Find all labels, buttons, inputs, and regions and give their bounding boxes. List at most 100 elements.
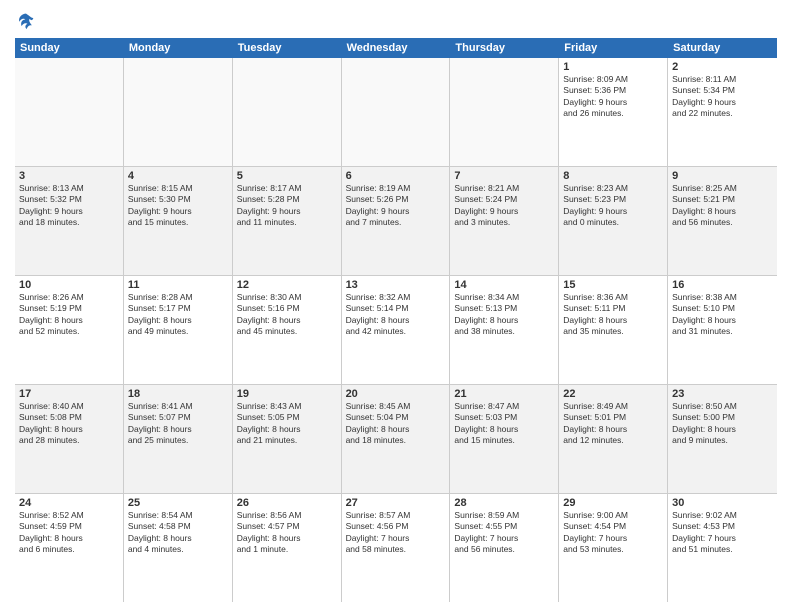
day-info: Sunrise: 8:32 AM Sunset: 5:14 PM Dayligh… xyxy=(346,292,446,338)
day-number: 23 xyxy=(672,388,773,400)
day-number: 16 xyxy=(672,279,773,291)
day-number: 4 xyxy=(128,170,228,182)
weekday-header: Thursday xyxy=(450,38,559,58)
calendar-cell: 25Sunrise: 8:54 AM Sunset: 4:58 PM Dayli… xyxy=(124,494,233,602)
weekday-header: Tuesday xyxy=(233,38,342,58)
day-info: Sunrise: 8:17 AM Sunset: 5:28 PM Dayligh… xyxy=(237,183,337,229)
day-number: 30 xyxy=(672,497,773,509)
day-number: 2 xyxy=(672,61,773,73)
day-number: 20 xyxy=(346,388,446,400)
calendar-cell: 11Sunrise: 8:28 AM Sunset: 5:17 PM Dayli… xyxy=(124,276,233,384)
calendar-cell: 14Sunrise: 8:34 AM Sunset: 5:13 PM Dayli… xyxy=(450,276,559,384)
calendar-row: 24Sunrise: 8:52 AM Sunset: 4:59 PM Dayli… xyxy=(15,494,777,602)
logo-bird-icon xyxy=(15,10,37,32)
day-info: Sunrise: 9:00 AM Sunset: 4:54 PM Dayligh… xyxy=(563,510,663,556)
calendar-cell: 5Sunrise: 8:17 AM Sunset: 5:28 PM Daylig… xyxy=(233,167,342,275)
day-number: 12 xyxy=(237,279,337,291)
day-info: Sunrise: 8:43 AM Sunset: 5:05 PM Dayligh… xyxy=(237,401,337,447)
day-info: Sunrise: 8:38 AM Sunset: 5:10 PM Dayligh… xyxy=(672,292,773,338)
day-number: 17 xyxy=(19,388,119,400)
calendar-cell: 2Sunrise: 8:11 AM Sunset: 5:34 PM Daylig… xyxy=(668,58,777,166)
day-number: 28 xyxy=(454,497,554,509)
day-number: 6 xyxy=(346,170,446,182)
calendar-cell xyxy=(233,58,342,166)
day-info: Sunrise: 8:19 AM Sunset: 5:26 PM Dayligh… xyxy=(346,183,446,229)
page: SundayMondayTuesdayWednesdayThursdayFrid… xyxy=(0,0,792,612)
calendar-row: 3Sunrise: 8:13 AM Sunset: 5:32 PM Daylig… xyxy=(15,167,777,276)
day-info: Sunrise: 8:23 AM Sunset: 5:23 PM Dayligh… xyxy=(563,183,663,229)
calendar-cell: 22Sunrise: 8:49 AM Sunset: 5:01 PM Dayli… xyxy=(559,385,668,493)
day-number: 9 xyxy=(672,170,773,182)
day-number: 19 xyxy=(237,388,337,400)
day-info: Sunrise: 8:09 AM Sunset: 5:36 PM Dayligh… xyxy=(563,74,663,120)
day-info: Sunrise: 8:56 AM Sunset: 4:57 PM Dayligh… xyxy=(237,510,337,556)
calendar-cell xyxy=(342,58,451,166)
calendar-cell: 15Sunrise: 8:36 AM Sunset: 5:11 PM Dayli… xyxy=(559,276,668,384)
calendar-cell: 4Sunrise: 8:15 AM Sunset: 5:30 PM Daylig… xyxy=(124,167,233,275)
calendar-cell: 24Sunrise: 8:52 AM Sunset: 4:59 PM Dayli… xyxy=(15,494,124,602)
day-number: 27 xyxy=(346,497,446,509)
calendar: SundayMondayTuesdayWednesdayThursdayFrid… xyxy=(15,38,777,602)
day-info: Sunrise: 8:50 AM Sunset: 5:00 PM Dayligh… xyxy=(672,401,773,447)
logo xyxy=(15,10,41,32)
calendar-cell: 17Sunrise: 8:40 AM Sunset: 5:08 PM Dayli… xyxy=(15,385,124,493)
calendar-row: 17Sunrise: 8:40 AM Sunset: 5:08 PM Dayli… xyxy=(15,385,777,494)
day-number: 18 xyxy=(128,388,228,400)
calendar-cell: 7Sunrise: 8:21 AM Sunset: 5:24 PM Daylig… xyxy=(450,167,559,275)
weekday-header: Friday xyxy=(559,38,668,58)
day-info: Sunrise: 8:21 AM Sunset: 5:24 PM Dayligh… xyxy=(454,183,554,229)
calendar-cell: 21Sunrise: 8:47 AM Sunset: 5:03 PM Dayli… xyxy=(450,385,559,493)
calendar-cell: 18Sunrise: 8:41 AM Sunset: 5:07 PM Dayli… xyxy=(124,385,233,493)
calendar-cell: 10Sunrise: 8:26 AM Sunset: 5:19 PM Dayli… xyxy=(15,276,124,384)
day-info: Sunrise: 8:54 AM Sunset: 4:58 PM Dayligh… xyxy=(128,510,228,556)
calendar-body: 1Sunrise: 8:09 AM Sunset: 5:36 PM Daylig… xyxy=(15,58,777,602)
calendar-row: 1Sunrise: 8:09 AM Sunset: 5:36 PM Daylig… xyxy=(15,58,777,167)
weekday-header: Monday xyxy=(124,38,233,58)
calendar-cell: 13Sunrise: 8:32 AM Sunset: 5:14 PM Dayli… xyxy=(342,276,451,384)
day-number: 8 xyxy=(563,170,663,182)
day-number: 25 xyxy=(128,497,228,509)
calendar-cell: 30Sunrise: 9:02 AM Sunset: 4:53 PM Dayli… xyxy=(668,494,777,602)
calendar-cell: 27Sunrise: 8:57 AM Sunset: 4:56 PM Dayli… xyxy=(342,494,451,602)
weekday-header: Wednesday xyxy=(342,38,451,58)
day-number: 1 xyxy=(563,61,663,73)
calendar-cell: 12Sunrise: 8:30 AM Sunset: 5:16 PM Dayli… xyxy=(233,276,342,384)
day-number: 13 xyxy=(346,279,446,291)
calendar-cell: 23Sunrise: 8:50 AM Sunset: 5:00 PM Dayli… xyxy=(668,385,777,493)
day-number: 5 xyxy=(237,170,337,182)
calendar-cell: 26Sunrise: 8:56 AM Sunset: 4:57 PM Dayli… xyxy=(233,494,342,602)
day-info: Sunrise: 8:59 AM Sunset: 4:55 PM Dayligh… xyxy=(454,510,554,556)
day-number: 15 xyxy=(563,279,663,291)
day-info: Sunrise: 8:26 AM Sunset: 5:19 PM Dayligh… xyxy=(19,292,119,338)
calendar-cell xyxy=(450,58,559,166)
day-info: Sunrise: 8:47 AM Sunset: 5:03 PM Dayligh… xyxy=(454,401,554,447)
day-info: Sunrise: 8:40 AM Sunset: 5:08 PM Dayligh… xyxy=(19,401,119,447)
day-number: 11 xyxy=(128,279,228,291)
day-number: 14 xyxy=(454,279,554,291)
day-number: 10 xyxy=(19,279,119,291)
day-number: 21 xyxy=(454,388,554,400)
day-number: 7 xyxy=(454,170,554,182)
weekday-header: Saturday xyxy=(668,38,777,58)
day-info: Sunrise: 8:13 AM Sunset: 5:32 PM Dayligh… xyxy=(19,183,119,229)
day-info: Sunrise: 8:28 AM Sunset: 5:17 PM Dayligh… xyxy=(128,292,228,338)
day-number: 29 xyxy=(563,497,663,509)
calendar-cell: 3Sunrise: 8:13 AM Sunset: 5:32 PM Daylig… xyxy=(15,167,124,275)
day-info: Sunrise: 8:30 AM Sunset: 5:16 PM Dayligh… xyxy=(237,292,337,338)
day-info: Sunrise: 8:45 AM Sunset: 5:04 PM Dayligh… xyxy=(346,401,446,447)
day-number: 24 xyxy=(19,497,119,509)
day-info: Sunrise: 8:49 AM Sunset: 5:01 PM Dayligh… xyxy=(563,401,663,447)
calendar-cell: 6Sunrise: 8:19 AM Sunset: 5:26 PM Daylig… xyxy=(342,167,451,275)
day-number: 22 xyxy=(563,388,663,400)
day-info: Sunrise: 8:25 AM Sunset: 5:21 PM Dayligh… xyxy=(672,183,773,229)
weekday-header: Sunday xyxy=(15,38,124,58)
calendar-row: 10Sunrise: 8:26 AM Sunset: 5:19 PM Dayli… xyxy=(15,276,777,385)
day-info: Sunrise: 8:15 AM Sunset: 5:30 PM Dayligh… xyxy=(128,183,228,229)
day-info: Sunrise: 8:57 AM Sunset: 4:56 PM Dayligh… xyxy=(346,510,446,556)
calendar-cell: 29Sunrise: 9:00 AM Sunset: 4:54 PM Dayli… xyxy=(559,494,668,602)
calendar-header: SundayMondayTuesdayWednesdayThursdayFrid… xyxy=(15,38,777,58)
day-info: Sunrise: 8:34 AM Sunset: 5:13 PM Dayligh… xyxy=(454,292,554,338)
day-info: Sunrise: 8:36 AM Sunset: 5:11 PM Dayligh… xyxy=(563,292,663,338)
day-info: Sunrise: 8:52 AM Sunset: 4:59 PM Dayligh… xyxy=(19,510,119,556)
calendar-cell xyxy=(124,58,233,166)
